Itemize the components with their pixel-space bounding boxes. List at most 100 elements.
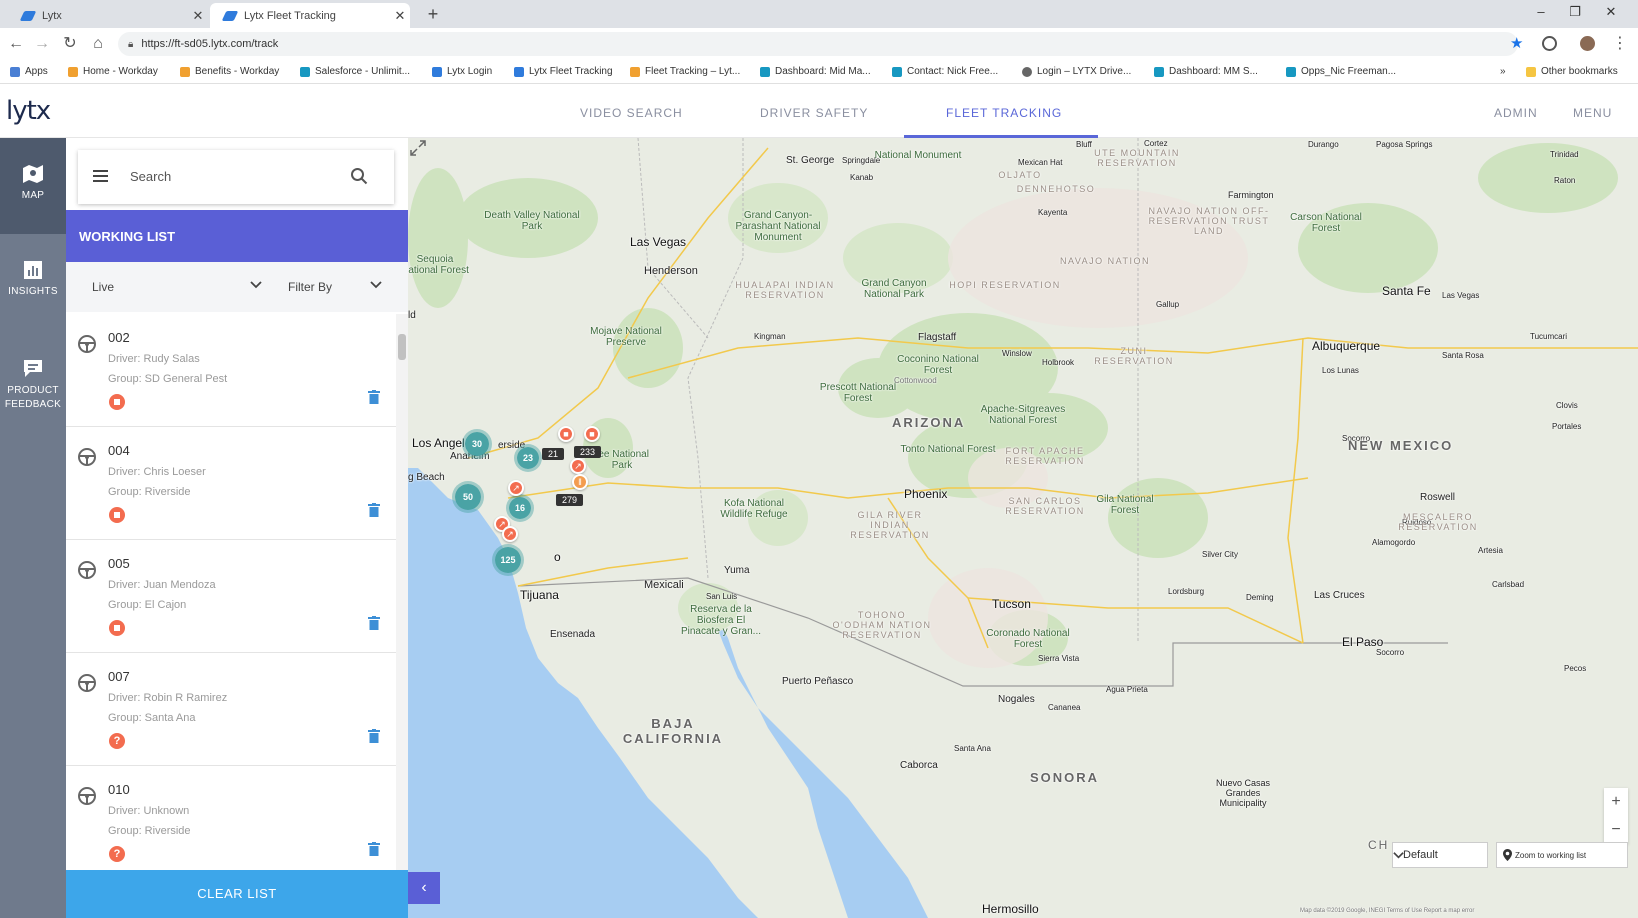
tab-close-icon[interactable]: ✕	[390, 8, 410, 24]
vehicle-cluster-marker[interactable]: 23	[514, 444, 542, 472]
bookmark-apps[interactable]: Apps	[10, 66, 48, 77]
search-box[interactable]: Search	[78, 150, 394, 204]
rail-label-line1: PRODUCT	[7, 385, 59, 396]
window-close-icon[interactable]: ✕	[1596, 4, 1626, 20]
nav-admin[interactable]: ADMIN	[1494, 106, 1538, 120]
zoom-to-working-list-button[interactable]: Zoom to working list	[1496, 842, 1628, 868]
workday-icon	[68, 66, 78, 77]
rail-item-insights[interactable]: INSIGHTS	[0, 260, 66, 297]
vehicle-idle-pin[interactable]: ‖	[572, 474, 588, 490]
vehicle-pin[interactable]: ↗	[508, 480, 524, 496]
insights-icon	[24, 261, 42, 279]
trash-icon[interactable]	[368, 390, 380, 404]
vehicle-cluster-marker[interactable]: 50	[452, 481, 484, 513]
map-state-label: SONORA	[1030, 770, 1100, 785]
bookmark-dashboard-mm[interactable]: Dashboard: MM S...	[1154, 66, 1258, 77]
nav-video-search[interactable]: VIDEO SEARCH	[580, 106, 683, 120]
restore-icon[interactable]: ❐	[1560, 4, 1590, 20]
live-dropdown[interactable]: Live	[92, 280, 114, 294]
trash-icon[interactable]	[368, 842, 380, 856]
browser-tab-fleet-tracking[interactable]: Lytx Fleet Tracking ✕	[210, 3, 410, 28]
map-city-label: Agua Prieta	[1106, 685, 1148, 694]
trash-icon[interactable]	[368, 503, 380, 517]
bookmark-workday-benefits[interactable]: Benefits - Workday	[180, 66, 279, 77]
vehicle-driver: Driver: Chris Loeser	[108, 466, 206, 478]
vehicle-stopped-pin[interactable]: ■	[558, 426, 574, 442]
map-city-label: Pecos	[1564, 664, 1587, 673]
map-style-select[interactable]: Default	[1392, 842, 1488, 868]
vehicle-tag-label[interactable]: 233	[574, 446, 602, 458]
bookmarks-overflow[interactable]: »	[1500, 66, 1506, 77]
fullscreen-icon[interactable]	[408, 138, 428, 158]
vehicle-tag-label[interactable]: 279	[556, 494, 584, 506]
map-city-label: Kayenta	[1038, 208, 1068, 217]
bookmark-lytx-drive[interactable]: Login – LYTX Drive...	[1022, 66, 1131, 77]
bookmark-lytx-login[interactable]: Lytx Login	[432, 66, 492, 77]
map-city-label: Yuma	[724, 565, 750, 576]
map-city-label: Portales	[1552, 422, 1582, 431]
address-bar[interactable]: 🔒︎ https://ft-sd05.lytx.com/track	[118, 32, 1518, 56]
chevron-down-icon[interactable]	[370, 279, 382, 291]
back-icon[interactable]: ←	[6, 34, 26, 54]
minimize-icon[interactable]: –	[1526, 4, 1556, 19]
zoom-in-button[interactable]: +	[1604, 788, 1628, 816]
vehicle-item[interactable]: 010 Driver: Unknown Group: Riverside ?	[66, 766, 396, 870]
vehicle-cluster-marker[interactable]: 125	[492, 544, 524, 576]
vehicle-item[interactable]: 002 Driver: Rudy Salas Group: SD General…	[66, 314, 396, 427]
nav-driver-safety[interactable]: DRIVER SAFETY	[760, 106, 868, 120]
new-tab-button[interactable]: +	[422, 4, 444, 25]
nav-menu[interactable]: MENU	[1573, 106, 1612, 120]
hamburger-menu-icon[interactable]	[93, 170, 108, 182]
vehicle-item[interactable]: 005 Driver: Juan Mendoza Group: El Cajon	[66, 540, 396, 653]
forward-icon[interactable]: →	[32, 34, 52, 54]
vehicle-cluster-marker[interactable]: 16	[506, 494, 534, 522]
bookmark-contact[interactable]: Contact: Nick Free...	[892, 66, 998, 77]
bookmark-lytx-fleet[interactable]: Lytx Fleet Tracking	[514, 66, 613, 77]
collapse-panel-button[interactable]: ‹	[408, 872, 440, 904]
clear-list-button[interactable]: CLEAR LIST	[66, 870, 408, 918]
trash-icon[interactable]	[368, 616, 380, 630]
home-icon[interactable]: ⌂	[88, 34, 108, 54]
nav-fleet-tracking[interactable]: FLEET TRACKING	[946, 106, 1062, 120]
vehicle-item[interactable]: 007 Driver: Robin R Ramirez Group: Santa…	[66, 653, 396, 766]
browser-menu-icon[interactable]: ⋮	[1610, 34, 1630, 54]
rail-item-product-feedback[interactable]: PRODUCT FEEDBACK	[0, 358, 66, 412]
filter-by-dropdown[interactable]: Filter By	[288, 280, 332, 294]
zoom-out-button[interactable]: −	[1604, 816, 1628, 844]
list-scrollbar[interactable]	[396, 314, 408, 870]
map-city-label: Nuevo Casas Grandes Municipality	[1215, 778, 1271, 808]
search-icon[interactable]	[350, 167, 368, 185]
salesforce-icon	[1154, 66, 1164, 77]
bookmark-star-icon[interactable]: ★	[1510, 34, 1523, 52]
bookmark-salesforce[interactable]: Salesforce - Unlimit...	[300, 66, 410, 77]
bookmark-opps[interactable]: Opps_Nic Freeman...	[1286, 66, 1396, 77]
bookmark-other[interactable]: Other bookmarks	[1526, 66, 1618, 77]
bookmark-workday-home[interactable]: Home - Workday	[68, 66, 158, 77]
chevron-down-icon[interactable]	[250, 279, 262, 291]
vehicle-cluster-marker[interactable]: 30	[462, 429, 492, 459]
vehicle-item[interactable]: 004 Driver: Chris Loeser Group: Riversid…	[66, 427, 396, 540]
list-scrollbar-thumb[interactable]	[398, 334, 406, 360]
map-state-label: NEW MEXICO	[1348, 438, 1454, 453]
search-input[interactable]: Search	[130, 169, 171, 184]
profile-avatar[interactable]	[1580, 36, 1595, 51]
globe-icon	[1022, 66, 1032, 77]
tab-close-icon[interactable]: ✕	[188, 8, 208, 24]
bookmark-dashboard-mid[interactable]: Dashboard: Mid Ma...	[760, 66, 871, 77]
map-city-label: Alamogordo	[1372, 538, 1416, 547]
extension-icon[interactable]	[1542, 36, 1557, 51]
bookmark-fleet-tracking[interactable]: Fleet Tracking – Lyt...	[630, 66, 740, 77]
lytx-logo[interactable]: lytx	[6, 96, 51, 126]
browser-tab-lytx[interactable]: Lytx ✕	[8, 3, 208, 28]
lytx-favicon-icon	[19, 10, 37, 21]
rail-item-map[interactable]: MAP	[0, 138, 66, 234]
reload-icon[interactable]: ↻	[60, 34, 80, 54]
vehicle-pin[interactable]: ↗	[570, 458, 586, 474]
vehicle-pin[interactable]: ↗	[502, 526, 518, 542]
vehicle-tag-label[interactable]: 21	[542, 448, 565, 460]
trash-icon[interactable]	[368, 729, 380, 743]
lytx-favicon-icon	[514, 66, 524, 77]
map-view[interactable]: Las Vegas Henderson St. George Los Angel…	[408, 138, 1638, 918]
vehicle-group: Group: El Cajon	[108, 599, 187, 611]
vehicle-stopped-pin[interactable]: ■	[584, 426, 600, 442]
